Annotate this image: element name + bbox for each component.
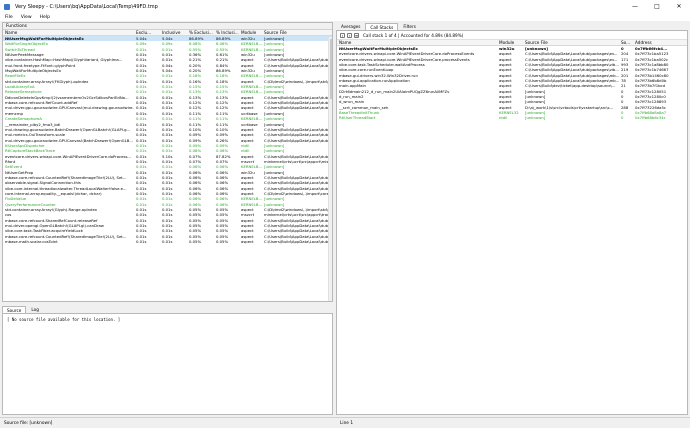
- cs-module: ntdll: [499, 115, 508, 121]
- tab-log[interactable]: Log: [26, 306, 43, 313]
- functions-title: Functions: [3, 23, 332, 30]
- next-stack-button[interactable]: ›: [347, 32, 352, 38]
- functions-list: NtUserMsgWaitForMultipleObjectsEx 5.04s 5.…: [3, 36, 332, 244]
- fn-inclusive: 0.01s: [162, 239, 173, 245]
- cs-address: 0x7ffb68b6c34c: [635, 115, 666, 121]
- source-view: [ No source file available for this loca…: [2, 313, 333, 415]
- app-icon: [4, 3, 10, 10]
- functions-scroll-thumb[interactable]: [330, 39, 332, 99]
- close-button[interactable]: ✕: [668, 0, 690, 13]
- cs-source-file: [unknown]: [525, 115, 546, 121]
- functions-panel: Functions Name Exclu... Inclusive % Excl…: [2, 22, 333, 302]
- col-module[interactable]: Module: [239, 30, 262, 35]
- col-exclusive[interactable]: Exclu...: [134, 30, 160, 35]
- cs-col-module[interactable]: Module: [497, 40, 523, 45]
- title-bar: Very Sleepy - C:\Users\bq\AppData\Local\…: [0, 0, 690, 13]
- right-tabs: Averages Call Stacks Filters: [336, 21, 688, 30]
- callstack-toolbar: ‹ › ≡ Call stack 1 of 4 | Accounted for …: [337, 31, 687, 40]
- menu-help[interactable]: Help: [40, 15, 50, 20]
- source-tabs: Source Log: [2, 303, 333, 313]
- cs-col-name[interactable]: Name: [337, 40, 497, 45]
- col-name[interactable]: Name: [3, 30, 134, 35]
- collapse-stack-icon[interactable]: ≡: [354, 32, 359, 38]
- tab-averages[interactable]: Averages: [336, 23, 365, 30]
- col-pct-inclusive[interactable]: % Inclusi...: [214, 30, 239, 35]
- fn-source-file: C:\Users\Build\AppData\Local\dub: [264, 239, 329, 245]
- fn-name: mbase.math.scalar.cosToInt: [5, 239, 58, 245]
- callstack-list: NtUserMsgWaitForMultipleObjectsEx win32u[…: [337, 46, 687, 121]
- minimize-button[interactable]: —: [624, 0, 646, 13]
- cs-source-line: 0: [621, 115, 624, 121]
- fn-module: aspect: [241, 239, 254, 245]
- col-source-file[interactable]: Source File: [262, 30, 330, 35]
- functions-scrollbar[interactable]: [328, 37, 332, 301]
- cs-col-source-file[interactable]: Source File: [523, 40, 619, 45]
- callstack-row[interactable]: RtlUserThreadStart ntdll [unknown] 0 0x7ffb6…: [337, 115, 687, 120]
- status-source-file: Source file: [unknown]: [4, 420, 53, 426]
- tab-source[interactable]: Source: [2, 306, 27, 313]
- cs-col-address[interactable]: Address: [633, 40, 685, 45]
- col-pct-exclusive[interactable]: % Exclusi...: [187, 30, 214, 35]
- menu-view[interactable]: View: [21, 15, 32, 20]
- cs-col-source-line[interactable]: So...: [619, 40, 633, 45]
- call-stacks-panel: ‹ › ≡ Call stack 1 of 4 | Accounted for …: [336, 30, 688, 415]
- app-window: Very Sleepy - C:\Users\bq\AppData\Local\…: [0, 0, 690, 428]
- menu-bar: File View Help: [0, 13, 690, 21]
- tab-filters[interactable]: Filters: [398, 23, 421, 30]
- cs-name: RtlUserThreadStart: [339, 115, 376, 121]
- tab-call-stacks[interactable]: Call Stacks: [365, 23, 399, 30]
- source-message: [ No source file available for this loca…: [7, 317, 121, 322]
- fn-pct-exclusive: 0.05%: [189, 239, 202, 245]
- fn-exclusive: 0.01s: [136, 239, 147, 245]
- menu-file[interactable]: File: [5, 15, 13, 20]
- maximize-button[interactable]: □: [646, 0, 668, 13]
- window-title: Very Sleepy - C:\Users\bq\AppData\Local\…: [15, 3, 158, 10]
- status-line: Line 1: [340, 420, 354, 426]
- fn-pct-inclusive: 0.05%: [216, 239, 229, 245]
- status-bar: Source file: [unknown] Line 1: [0, 417, 690, 428]
- function-row[interactable]: mbase.math.scalar.cosToInt 0.01s 0.01s 0.05…: [3, 239, 332, 244]
- prev-stack-button[interactable]: ‹: [340, 32, 345, 38]
- col-inclusive[interactable]: Inclusive: [160, 30, 187, 35]
- callstack-summary: Call stack 1 of 4 | Accounted for 4.89s …: [363, 32, 464, 38]
